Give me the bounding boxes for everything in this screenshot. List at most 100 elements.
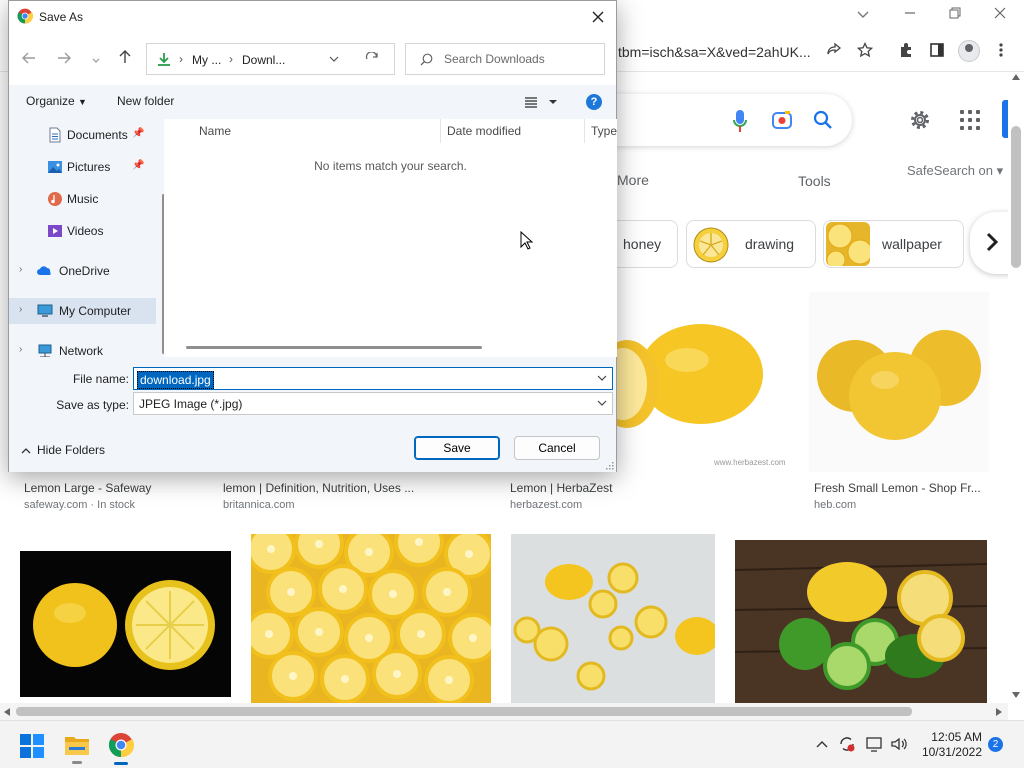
lemon-slice	[368, 569, 418, 619]
search-input[interactable]	[444, 52, 594, 66]
new-folder-button[interactable]: New folder	[117, 94, 174, 108]
volume-icon[interactable]	[890, 735, 908, 756]
chip-label: honey	[623, 236, 662, 252]
chevron-down-icon[interactable]	[597, 373, 607, 383]
network-tray-icon[interactable]	[865, 735, 883, 756]
downloads-arrow-icon	[158, 53, 170, 66]
nav-item-label: OneDrive	[59, 264, 110, 278]
lemon-slice	[266, 567, 316, 617]
dialog-title-bar[interactable]: Save As	[9, 1, 616, 33]
google-apps-icon[interactable]	[960, 110, 980, 130]
save-as-type-select[interactable]: JPEG Image (*.jpg)	[133, 392, 613, 415]
lemon-slice	[294, 607, 344, 657]
nav-item-my-computer[interactable]: › My Computer	[9, 298, 156, 324]
bookmark-star-icon[interactable]	[854, 41, 876, 64]
safesearch-toggle[interactable]: SafeSearch on ▾	[907, 163, 1003, 179]
lemon-slice	[251, 534, 296, 574]
dialog-close-icon[interactable]	[586, 5, 610, 29]
search-downloads-box[interactable]	[405, 43, 605, 75]
up-arrow-icon[interactable]	[115, 50, 135, 70]
chrome-menu-icon[interactable]	[990, 42, 1012, 64]
cancel-button[interactable]: Cancel	[514, 436, 600, 460]
lemon-slice	[251, 609, 294, 659]
file-name-field[interactable]: download.jpg	[133, 367, 613, 390]
close-window-icon[interactable]	[988, 4, 1012, 26]
refresh-icon[interactable]	[365, 52, 379, 66]
taskbar-clock[interactable]: 12:05 AM 10/31/2022	[922, 730, 982, 760]
nav-item-onedrive[interactable]: › OneDrive	[9, 258, 156, 284]
nav-item-pictures[interactable]: Pictures 📌	[9, 154, 156, 180]
nav-tools[interactable]: Tools	[798, 173, 831, 189]
restore-icon[interactable]	[943, 4, 967, 26]
nav-item-videos[interactable]: Videos	[9, 218, 156, 244]
column-header-type[interactable]: Type	[591, 124, 617, 138]
search-icon[interactable]	[812, 109, 834, 131]
nav-item-music[interactable]: Music	[9, 186, 156, 212]
microphone-icon[interactable]	[733, 108, 747, 134]
result-image-lemon-slices[interactable]	[251, 534, 491, 703]
hide-folders-button[interactable]: Hide Folders	[21, 443, 105, 457]
side-panel-icon[interactable]	[926, 42, 948, 64]
settings-gear-icon[interactable]	[908, 108, 932, 132]
forward-arrow-icon[interactable]	[54, 50, 74, 70]
organize-menu[interactable]: Organize ▼	[26, 94, 87, 108]
share-icon[interactable]	[823, 42, 845, 64]
column-header-name[interactable]: Name	[199, 124, 231, 138]
chip-wallpaper[interactable]: wallpaper	[823, 220, 964, 268]
sync-icon[interactable]	[838, 735, 856, 756]
column-divider[interactable]	[584, 119, 585, 143]
recent-locations-chevron-icon[interactable]	[86, 50, 106, 70]
notification-badge[interactable]: 2	[988, 737, 1003, 752]
chip-label: drawing	[745, 236, 795, 252]
vertical-scroll-thumb[interactable]	[1011, 126, 1021, 268]
resize-grip-icon[interactable]	[606, 462, 614, 470]
expand-chevron-icon[interactable]: ›	[19, 304, 22, 315]
chip-drawing[interactable]: drawing	[686, 220, 816, 268]
nav-more[interactable]: More	[617, 172, 649, 188]
profile-avatar[interactable]	[958, 40, 980, 62]
empty-folder-message: No items match your search.	[314, 159, 467, 173]
file-list-horizontal-scrollbar[interactable]	[186, 346, 482, 349]
breadcrumb-dropdown-icon[interactable]	[329, 56, 339, 63]
view-options-icon[interactable]	[524, 95, 558, 112]
image-watermark: www.herbazest.com	[713, 458, 786, 467]
onedrive-icon	[37, 266, 51, 275]
column-divider[interactable]	[440, 119, 441, 143]
result-image-heb[interactable]	[809, 292, 989, 472]
result-image-herbazest[interactable]: www.herbazest.com	[617, 292, 791, 472]
tab-search-icon[interactable]	[851, 4, 875, 26]
dropdown-caret-icon: ▾	[996, 163, 1004, 178]
chevron-down-icon[interactable]	[597, 398, 607, 408]
google-lens-icon[interactable]	[771, 109, 793, 131]
result-title[interactable]: Fresh Small Lemon - Shop Fr...	[814, 481, 981, 495]
column-header-date-modified[interactable]: Date modified	[447, 124, 521, 138]
file-explorer-icon[interactable]	[64, 733, 90, 764]
breadcrumb[interactable]: › My ... › Downl...	[146, 43, 395, 75]
extensions-puzzle-icon[interactable]	[895, 42, 917, 64]
windows-taskbar: 12:05 AM 10/31/2022 2	[0, 720, 1024, 768]
page-horizontal-scrollbar[interactable]	[0, 703, 1008, 720]
result-image-lemons-on-table[interactable]	[511, 534, 715, 703]
result-title[interactable]: Lemon Large - Safeway	[24, 481, 151, 495]
help-icon[interactable]: ?	[586, 94, 602, 110]
windows-start-icon[interactable]	[20, 734, 44, 761]
breadcrumb-item[interactable]: My ...	[192, 53, 221, 67]
result-image-lemon-halves[interactable]	[20, 551, 231, 697]
address-bar[interactable]: tbm=isch&sa=X&ved=2ahUK...	[618, 44, 811, 60]
mouse-cursor-icon	[520, 231, 534, 250]
minimize-icon[interactable]	[898, 4, 922, 26]
show-hidden-icons-chevron-icon[interactable]	[816, 737, 828, 751]
result-title[interactable]: Lemon | HerbaZest	[510, 481, 613, 495]
result-image-lemons-and-limes[interactable]	[735, 540, 987, 703]
nav-item-network[interactable]: › Network	[9, 338, 156, 357]
page-vertical-scrollbar[interactable]	[1008, 72, 1024, 702]
chrome-taskbar-icon[interactable]	[108, 732, 135, 765]
expand-chevron-icon[interactable]: ›	[19, 344, 22, 355]
expand-chevron-icon[interactable]: ›	[19, 264, 22, 275]
horizontal-scroll-thumb[interactable]	[16, 707, 912, 716]
nav-item-documents[interactable]: Documents 📌	[9, 122, 156, 148]
result-title[interactable]: lemon | Definition, Nutrition, Uses ...	[223, 481, 414, 495]
breadcrumb-item[interactable]: Downl...	[242, 53, 285, 67]
save-button[interactable]: Save	[414, 436, 500, 460]
back-arrow-icon[interactable]	[19, 50, 39, 70]
